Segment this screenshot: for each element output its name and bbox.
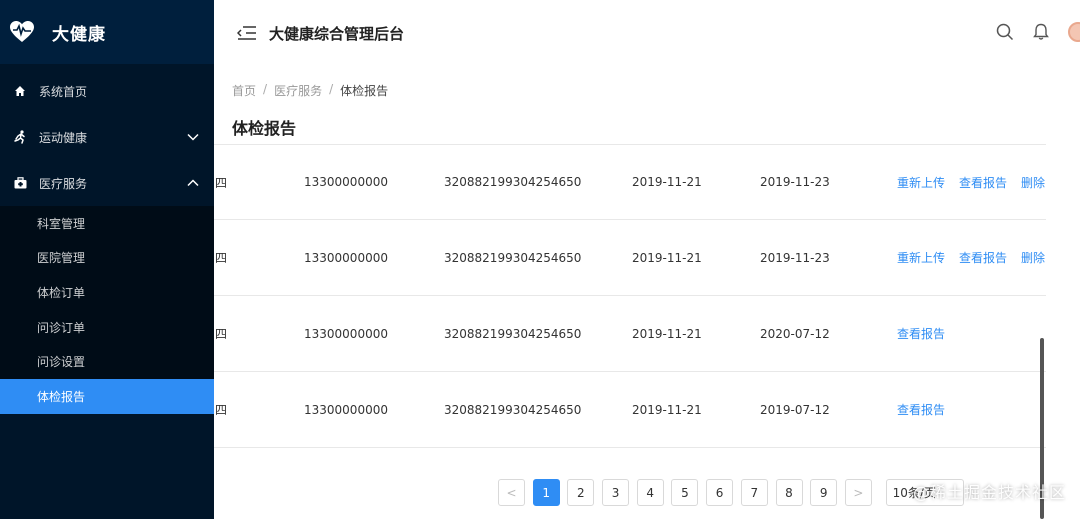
delete-link[interactable]: 删除 [1021, 249, 1045, 266]
delete-link[interactable]: 删除 [1021, 174, 1045, 191]
cell-id-number: 320882199304254650 [444, 250, 582, 265]
reupload-link[interactable]: 重新上传 [897, 249, 945, 266]
header-title: 大健康综合管理后台 [269, 24, 405, 43]
chevron-up-icon [187, 179, 199, 187]
pagination: < 1 2 3 4 5 6 7 8 9 > 10条/页 [498, 479, 964, 506]
table-row: 四 13300000000 320882199304254650 2019-11… [214, 372, 1046, 448]
reports-table: 四 13300000000 320882199304254650 2019-11… [214, 144, 1046, 448]
page-button-3[interactable]: 3 [602, 479, 630, 506]
home-icon [13, 84, 27, 98]
breadcrumb-separator: / [329, 82, 334, 96]
sidebar: 大健康 系统首页 运动健康 医疗服务 科室管理 医院管理 体检订单 问诊订单 问… [0, 0, 214, 519]
cell-phone: 13300000000 [304, 326, 388, 341]
sidebar-item-label: 医疗服务 [39, 176, 88, 191]
breadcrumb-item-home[interactable]: 首页 [232, 82, 256, 99]
cell-report-date: 2020-07-12 [760, 326, 830, 341]
logo-text: 大健康 [52, 24, 106, 45]
table-row: 四 13300000000 320882199304254650 2019-11… [214, 144, 1046, 220]
menu-fold-icon[interactable] [237, 25, 257, 41]
cell-id-number: 320882199304254650 [444, 402, 582, 417]
logo: 大健康 [0, 0, 214, 64]
sidebar-item-home[interactable]: 系统首页 [0, 68, 214, 114]
breadcrumb-item-medical-service[interactable]: 医疗服务 [274, 82, 322, 99]
cell-report-date: 2019-11-23 [760, 175, 830, 189]
table-row: 四 13300000000 320882199304254650 2019-11… [214, 296, 1046, 372]
table-row: 四 13300000000 320882199304254650 2019-11… [214, 220, 1046, 296]
cell-checkup-date: 2019-11-21 [632, 326, 702, 341]
cell-name: 四 [215, 403, 228, 417]
next-page-button[interactable]: > [844, 479, 872, 506]
submenu-medical-service: 科室管理 医院管理 体检订单 问诊订单 问诊设置 体检报告 [0, 206, 214, 414]
page-button-8[interactable]: 8 [775, 479, 803, 506]
sidebar-item-sports-health[interactable]: 运动健康 [0, 114, 214, 160]
cell-actions: 重新上传 查看报告 删除 [897, 220, 1059, 295]
avatar[interactable] [1068, 22, 1080, 42]
cell-name: 四 [215, 251, 228, 265]
cell-phone: 13300000000 [304, 402, 388, 417]
breadcrumb-item-current: 体检报告 [340, 84, 389, 98]
main-content: 首页 / 医疗服务 / 体检报告 体检报告 四 13300000000 3208… [214, 66, 1080, 519]
sidebar-item-label: 运动健康 [39, 130, 88, 145]
breadcrumb: 首页 / 医疗服务 / 体检报告 [232, 82, 388, 99]
cell-checkup-date: 2019-11-21 [632, 250, 702, 265]
submenu-item-department[interactable]: 科室管理 [0, 206, 214, 241]
cell-report-date: 2019-07-12 [760, 402, 830, 417]
cell-id-number: 320882199304254650 [444, 175, 582, 189]
page-button-2[interactable]: 2 [567, 479, 595, 506]
header: 大健康综合管理后台 [214, 0, 1080, 66]
page-button-6[interactable]: 6 [706, 479, 734, 506]
sidebar-item-label: 系统首页 [39, 84, 88, 99]
view-report-link[interactable]: 查看报告 [959, 249, 1007, 266]
cell-name: 四 [215, 327, 228, 341]
cell-actions: 查看报告 [897, 372, 959, 447]
submenu-item-checkup-reports[interactable]: 体检报告 [0, 378, 214, 414]
cell-report-date: 2019-11-23 [760, 250, 830, 265]
sidebar-item-medical-service[interactable]: 医疗服务 [0, 160, 214, 206]
medical-kit-icon [13, 176, 27, 190]
view-report-link[interactable]: 查看报告 [897, 325, 945, 342]
submenu-item-consult-settings[interactable]: 问诊设置 [0, 344, 214, 379]
page-button-5[interactable]: 5 [671, 479, 699, 506]
page-button-4[interactable]: 4 [636, 479, 664, 506]
submenu-item-checkup-orders[interactable]: 体检订单 [0, 275, 214, 310]
reupload-link[interactable]: 重新上传 [897, 174, 945, 191]
cell-checkup-date: 2019-11-21 [632, 175, 702, 189]
cell-actions: 查看报告 [897, 296, 959, 371]
bell-icon[interactable] [1032, 23, 1050, 41]
cell-checkup-date: 2019-11-21 [632, 402, 702, 417]
heart-pulse-icon [10, 21, 34, 42]
search-icon[interactable] [996, 23, 1014, 41]
running-icon [13, 130, 27, 144]
page-title: 体检报告 [232, 119, 297, 138]
submenu-item-hospital[interactable]: 医院管理 [0, 241, 214, 276]
page-button-7[interactable]: 7 [740, 479, 768, 506]
page-button-1[interactable]: 1 [532, 479, 560, 506]
view-report-link[interactable]: 查看报告 [897, 401, 945, 418]
view-report-link[interactable]: 查看报告 [959, 174, 1007, 191]
watermark-text: @稀土掘金技术社区 [912, 483, 1066, 502]
prev-page-button[interactable]: < [498, 479, 525, 506]
page-button-9[interactable]: 9 [810, 479, 838, 506]
breadcrumb-separator: / [263, 82, 268, 96]
submenu-item-consult-orders[interactable]: 问诊订单 [0, 310, 214, 345]
app-window: 大健康 系统首页 运动健康 医疗服务 科室管理 医院管理 体检订单 问诊订单 问… [0, 0, 1080, 519]
cell-actions: 重新上传 查看报告 删除 [897, 145, 1059, 219]
cell-name: 四 [215, 175, 228, 190]
cell-phone: 13300000000 [304, 175, 388, 189]
chevron-down-icon [187, 133, 199, 141]
cell-id-number: 320882199304254650 [444, 326, 582, 341]
cell-phone: 13300000000 [304, 250, 388, 265]
header-actions [996, 22, 1080, 42]
